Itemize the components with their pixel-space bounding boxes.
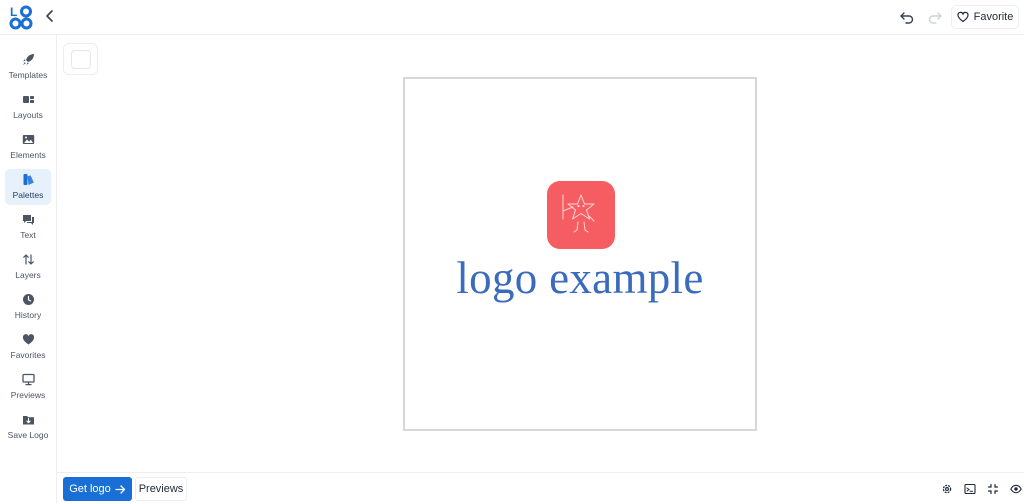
chevron-left-icon[interactable] — [43, 8, 57, 24]
eye-icon[interactable] — [1010, 483, 1022, 495]
settings-icon[interactable] — [941, 483, 953, 495]
get-logo-button[interactable]: Get logo — [63, 477, 132, 501]
favorite-label: Favorite — [973, 11, 1014, 23]
heart-icon — [22, 334, 34, 345]
sidebar-item-label: Favorites — [10, 350, 46, 360]
terminal-icon[interactable] — [964, 483, 976, 495]
layout-icon — [22, 96, 34, 103]
sort-arrows-icon — [22, 254, 34, 265]
sidebar-item-layers[interactable]: Layers — [5, 249, 51, 285]
logo-brand-icon[interactable]: L — [9, 4, 34, 30]
clock-icon — [22, 294, 34, 305]
monitor-icon — [21, 373, 35, 386]
sidebar-item-label: Text — [20, 230, 36, 240]
logo-canvas[interactable]: logo example — [403, 77, 757, 431]
palette-icon — [23, 174, 34, 185]
sidebar-item-text[interactable]: Text — [5, 209, 51, 245]
sidebar-item-label: Palettes — [12, 190, 44, 200]
image-icon — [22, 135, 34, 144]
sidebar-item-history[interactable]: History — [5, 289, 51, 325]
sidebar-item-label: Layers — [15, 270, 41, 280]
sidebar-item-favorites[interactable]: Favorites — [5, 329, 51, 365]
undo-icon[interactable] — [898, 8, 916, 26]
rocket-icon — [22, 54, 34, 65]
sidebar-item-palettes[interactable]: Palettes — [5, 169, 51, 205]
previews-button[interactable]: Previews — [135, 477, 187, 501]
redo-icon[interactable] — [926, 8, 944, 26]
previews-label: Previews — [138, 483, 184, 495]
star-teacher-icon — [562, 194, 595, 233]
arrow-right-icon — [115, 484, 125, 494]
sidebar-item-label: Templates — [8, 70, 48, 80]
folder-download-icon — [22, 416, 34, 425]
logo-text[interactable]: logo example — [405, 249, 755, 307]
favorite-button[interactable]: Favorite — [951, 5, 1019, 29]
sidebar-item-elements[interactable]: Elements — [5, 129, 51, 165]
canvas-thumbnail[interactable] — [63, 43, 98, 75]
sidebar-item-label: Elements — [10, 150, 46, 160]
sidebar-item-label: History — [14, 310, 42, 320]
svg-text:L: L — [10, 5, 17, 19]
sidebar-item-previews[interactable]: Previews — [5, 369, 51, 405]
get-logo-label: Get logo — [69, 483, 111, 495]
sidebar-item-save-logo[interactable]: Save Logo — [5, 409, 51, 445]
heart-outline-icon — [957, 11, 969, 23]
logo-mark[interactable] — [547, 181, 615, 249]
chat-icon — [22, 215, 34, 225]
sidebar-item-label: Save Logo — [7, 430, 49, 440]
sidebar-item-label: Previews — [10, 390, 46, 400]
sidebar-item-templates[interactable]: Templates — [5, 49, 51, 85]
bottom-bar: Get logo Previews — [57, 472, 1024, 503]
thumbnail-preview — [71, 50, 91, 69]
sidebar-item-label: Layouts — [13, 110, 43, 120]
fullscreen-icon[interactable] — [987, 483, 999, 495]
sidebar-item-layouts[interactable]: Layouts — [5, 89, 51, 125]
sidebar: Templates Layouts Elements Palettes Text — [0, 35, 57, 503]
top-bar: L Favorite — [0, 0, 1024, 35]
